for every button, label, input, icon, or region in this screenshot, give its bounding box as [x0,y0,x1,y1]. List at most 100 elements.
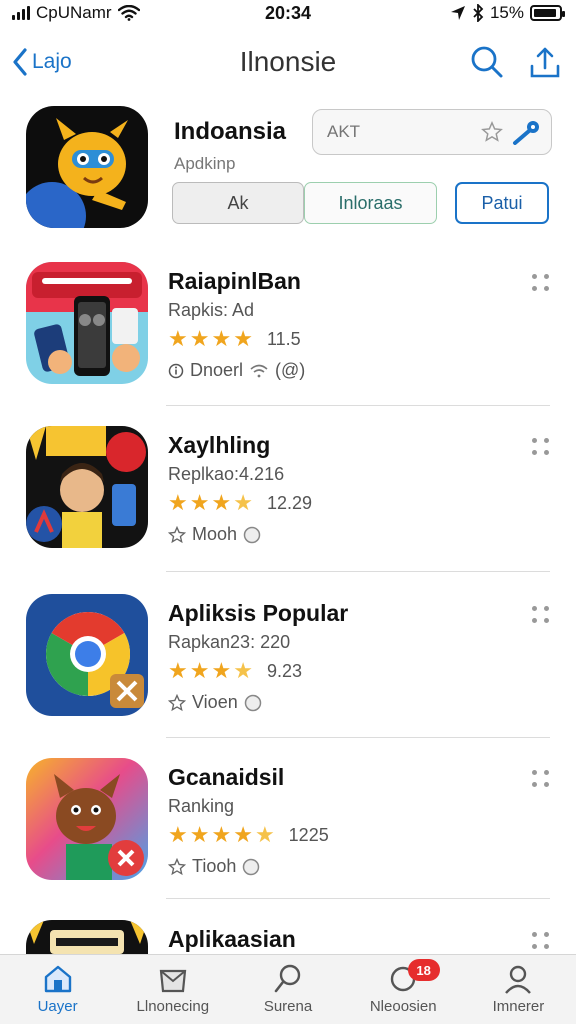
featured-app-icon[interactable] [26,106,148,228]
tab-label: Uayer [37,998,78,1015]
meta-extra: (@) [275,360,306,380]
app-icon[interactable] [26,426,148,548]
app-name: Aplikaasian [168,926,296,952]
star-outline-icon [168,693,186,711]
badge-icon [243,526,261,543]
rating: ★ ★ ★ ★ ★ 1225 [168,824,329,846]
star-outline-icon[interactable] [481,121,503,143]
list-item[interactable]: Gcanaidsil Ranking ★ ★ ★ ★ ★ 1225 Tiooh [26,758,552,882]
featured-app-name: Indoansia [174,118,287,145]
chevron-left-icon [13,48,27,76]
app-name: RaiapinlBan [168,268,301,294]
wifi-icon [117,5,140,21]
app-subtitle: Ranking [168,796,235,816]
tab-label: Imnerer [492,998,545,1015]
star-icon: ★ [233,326,253,351]
back-button[interactable]: Lajo [12,48,72,76]
more-options-icon[interactable] [532,274,550,294]
battery-icon [530,5,565,21]
more-options-icon[interactable] [532,438,550,458]
status-bar: CpUNamr 20:34 15% [0,0,576,26]
star-icon: ★ [189,822,210,847]
bluetooth-icon [473,4,484,22]
star-icon: ★ [168,490,188,515]
app-name: Apliksis Popular [168,600,349,626]
star-icon: ★ [168,822,188,847]
rating: ★ ★ ★ ★ 12.29 [168,492,312,514]
star-icon: ★ [189,658,210,683]
meta-label: Vioen [192,692,238,712]
more-options-icon[interactable] [532,932,550,952]
search-icon[interactable] [470,45,504,79]
more-options-icon[interactable] [532,770,550,790]
app-subtitle: Rapkis: Ad [168,300,255,320]
app-meta: Tiooh [168,856,260,877]
app-icon[interactable] [26,758,148,880]
app-subtitle: Rapkan23: 220 [168,632,291,652]
battery-percent: 15% [489,3,524,22]
divider [166,571,550,572]
segment-patui[interactable]: Patui [455,182,549,224]
tab-nleoosien[interactable]: 18 Nleoosien [346,955,461,1024]
more-options-icon[interactable] [532,606,550,626]
meta-label: Mooh [192,524,238,544]
rating-score: 12.29 [266,492,312,513]
notification-badge: 18 [407,959,440,981]
half-star-icon: ★ [254,822,275,847]
badge-icon [244,694,261,711]
tab-bar: Uayer Llnonecing Surena 18 Nleoosien Imn… [0,954,576,1024]
back-label: Lajo [32,50,72,73]
tab-imnerer[interactable]: Imnerer [461,955,576,1024]
star-icon: ★ [189,326,210,351]
search-input[interactable] [327,122,473,142]
star-rating: ★ ★ ★ ★ ★ [168,824,275,846]
star-icon: ★ [211,326,232,351]
app-icon[interactable] [26,594,148,716]
segment-inloraas[interactable]: Inloraas [304,182,437,224]
star-rating: ★ ★ ★ ★ [168,328,253,350]
person-icon [505,965,532,994]
tab-surena[interactable]: Surena [230,955,345,1024]
divider [166,898,550,899]
wifi-icon [250,364,268,377]
rating-score: 1225 [288,824,329,845]
app-icon[interactable] [26,920,148,954]
half-star-icon: ★ [233,658,253,683]
app-name: Xaylhling [168,432,271,458]
store-icon [44,965,71,993]
info-icon [168,363,184,378]
divider [166,737,550,738]
star-icon: ★ [211,658,232,683]
list-item[interactable]: Apliksis Popular Rapkan23: 220 ★ ★ ★ ★ 9.23… [26,594,552,718]
segment-ak[interactable]: Ak [172,182,304,224]
carrier-label: CpUNamr [36,3,112,22]
star-icon: ★ [168,658,188,683]
divider [166,405,550,406]
rating: ★ ★ ★ ★ 11.5 [168,328,301,350]
app-icon[interactable] [26,262,148,384]
featured-app: Indoansia Apdkinp Ak Inloraas Patui [26,106,552,232]
list-item[interactable]: Xaylhling Replkao:4.216 ★ ★ ★ ★ 12.29 Mooh [26,426,552,550]
share-icon[interactable] [530,46,560,78]
rating-score: 9.23 [266,660,302,681]
star-icon: ★ [233,822,253,847]
signal-icon [12,6,30,20]
featured-app-subtitle: Apdkinp [174,154,236,173]
star-rating: ★ ★ ★ ★ [168,660,253,682]
search-field[interactable] [312,109,552,155]
star-outline-icon [168,525,186,543]
app-subtitle: Replkao:4.216 [168,464,285,484]
star-icon: ★ [168,326,188,351]
app-meta: Dnoerl (@) [168,360,305,381]
tab-uayer[interactable]: Uayer [0,955,115,1024]
meta-label: Tiooh [192,856,237,876]
tab-llnonecing[interactable]: Llnonecing [115,955,230,1024]
app-meta: Vioen [168,692,262,713]
app-name: Gcanaidsil [168,764,285,790]
star-icon: ★ [211,822,232,847]
key-icon[interactable] [511,119,541,145]
list-item[interactable]: Aplikaasian [26,920,552,954]
list-item[interactable]: RaiapinlBan Rapkis: Ad ★ ★ ★ ★ 11.5 Dnoerl … [26,262,552,386]
tab-label: Llnonecing [136,998,210,1015]
folder-icon [159,969,187,993]
